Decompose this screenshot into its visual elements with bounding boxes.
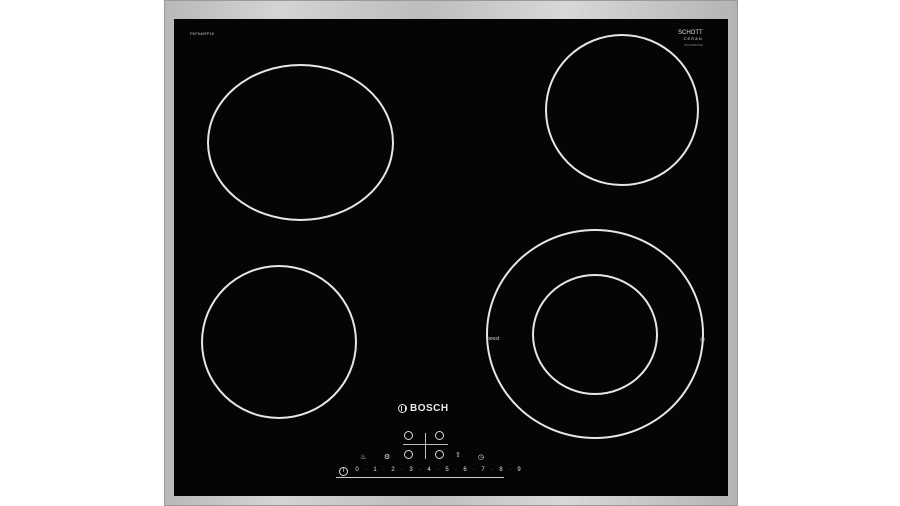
bullet: · [509,467,511,473]
boost-button-icon[interactable]: ⇧ [455,452,461,459]
burner-bottom-right-inner [532,274,658,395]
power-level-5[interactable]: 5 [445,467,449,473]
burner-top-left [207,64,394,221]
bullet: · [473,467,475,473]
boost-zone-label: boost [487,336,500,342]
power-level-8[interactable]: 8 [499,467,503,473]
zone-selector-divider-vertical [425,433,426,459]
bullet: · [365,467,367,473]
power-level-2[interactable]: 2 [391,467,395,473]
power-level-7[interactable]: 7 [481,467,485,473]
child-lock-icon[interactable]: ♨ [360,454,366,461]
power-button[interactable]: I [339,467,348,476]
bullet: · [383,467,385,473]
timer-icon[interactable]: ◷ [478,454,484,461]
bullet: · [491,467,493,473]
zone-bottom-left-button[interactable] [404,450,413,459]
power-level-3[interactable]: 3 [409,467,413,473]
zone-top-right-button[interactable] [435,431,444,440]
bullet: · [419,467,421,473]
burner-top-right [545,34,699,186]
brand-logo: BOSCH [398,403,449,414]
extended-zone-icon: ◎ [700,337,706,343]
power-level-6[interactable]: 6 [463,467,467,473]
power-level-0[interactable]: 0 [355,467,359,473]
bullet: · [455,467,457,473]
glass-brand-code: PKF645FP1E [684,43,703,47]
power-level-9[interactable]: 9 [517,467,521,473]
bullet: · [401,467,403,473]
power-level-4[interactable]: 4 [427,467,431,473]
model-number: PKF645FP1E [190,31,215,36]
burner-bottom-left [201,265,357,419]
power-level-labels: 0 · 1 · 2 · 3 · 4 · 5 · 6 · 7 · 8 · 9 [355,467,521,473]
glass-brand-label: SCHOTT CERAN PKF645FP1E [678,30,703,48]
power-level-1[interactable]: 1 [373,467,377,473]
brand-name: BOSCH [410,403,449,414]
bosch-logo-icon [398,404,407,413]
zone-top-left-button[interactable] [404,431,413,440]
zone-bottom-right-button[interactable] [435,450,444,459]
settings-icon[interactable]: ⚙ [384,454,390,461]
bullet: · [437,467,439,473]
